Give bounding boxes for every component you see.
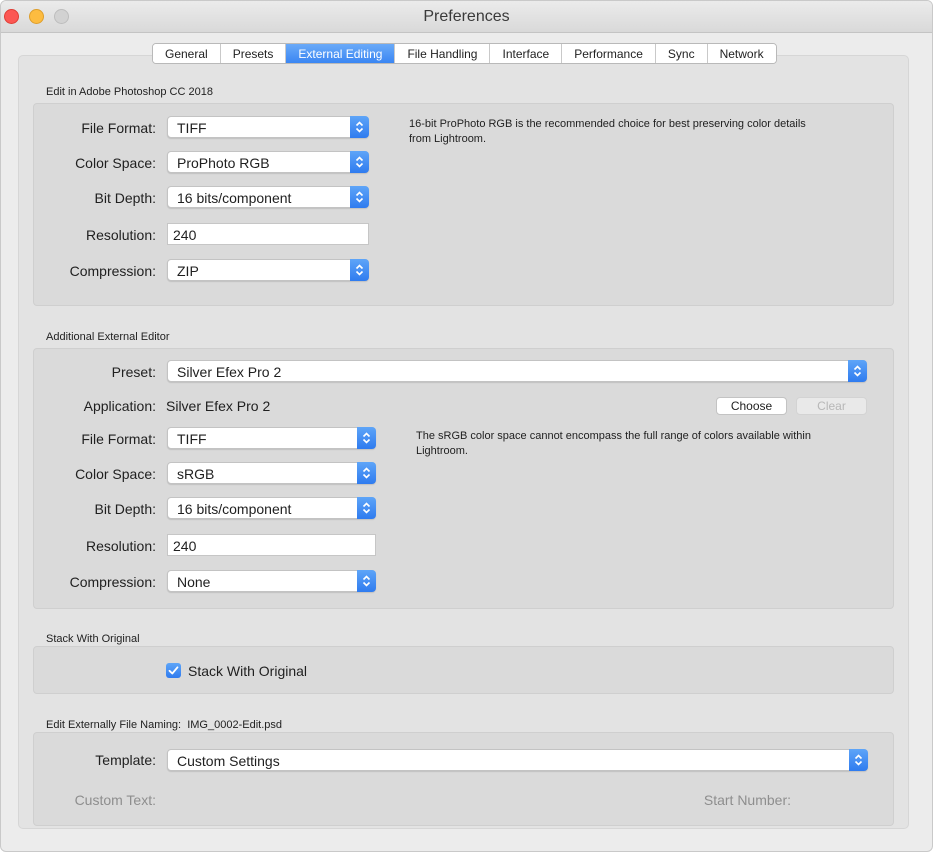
ext-preset-popup[interactable]: Silver Efex Pro 2 [167,360,867,382]
stack-panel [33,646,894,694]
ext-color-space-value: sRGB [177,466,215,482]
chevron-updown-icon [357,462,376,484]
ext-color-space-label: Color Space: [75,466,156,482]
tab-interface[interactable]: Interface [490,44,563,63]
chevron-updown-icon [357,570,376,592]
ps-file-format-value: TIFF [177,120,207,136]
ext-bit-depth-label: Bit Depth: [94,501,156,517]
ps-compression-value: ZIP [177,263,199,279]
preferences-window: Preferences General Presets External Edi… [0,0,933,852]
chevron-updown-icon [357,497,376,519]
template-label: Template: [95,752,156,768]
naming-panel [33,732,894,826]
ext-hint-text: The sRGB color space cannot encompass th… [416,430,811,457]
ext-application-label: Application: [83,398,156,414]
ext-file-format-value: TIFF [177,431,207,447]
ps-bit-depth-value: 16 bits/component [177,190,292,206]
ps-resolution-value: 240 [173,227,197,243]
start-number-label: Start Number: [703,792,791,808]
choose-button[interactable]: Choose [716,397,787,415]
stack-checkbox[interactable] [166,663,181,678]
ps-color-space-label: Color Space: [75,155,156,171]
ps-resolution-input[interactable]: 240 [167,223,369,245]
chevron-updown-icon [357,427,376,449]
photoshop-section-title: Edit in Adobe Photoshop CC 2018 [46,86,213,98]
ext-file-format-label: File Format: [81,431,156,447]
ps-resolution-label: Resolution: [85,227,156,243]
custom-text-label: Custom Text: [74,792,156,808]
ps-file-format-label: File Format: [81,120,156,136]
external-section-title: Additional External Editor [46,331,170,343]
ext-bit-depth-popup[interactable]: 16 bits/component [167,497,376,519]
tab-performance[interactable]: Performance [562,44,656,63]
ext-file-format-popup[interactable]: TIFF [167,427,376,449]
ps-file-format-popup[interactable]: TIFF [167,116,369,138]
ps-bit-depth-label: Bit Depth: [94,190,156,206]
title-bar: Preferences [1,1,932,33]
ext-application-value: Silver Efex Pro 2 [166,398,271,414]
tab-bar: General Presets External Editing File Ha… [152,43,777,64]
tab-external-editing[interactable]: External Editing [286,44,396,63]
ext-compression-label: Compression: [69,574,156,590]
chevron-updown-icon [848,360,867,382]
ps-hint-text: 16-bit ProPhoto RGB is the recommended c… [409,118,806,145]
clear-button[interactable]: Clear [796,397,867,415]
ext-color-space-popup[interactable]: sRGB [167,462,376,484]
chevron-updown-icon [849,749,868,771]
chevron-updown-icon [350,116,369,138]
external-panel [33,348,894,609]
tab-general[interactable]: General [153,44,221,63]
window-title: Preferences [423,8,510,25]
ps-compression-label: Compression: [69,263,156,279]
tab-network[interactable]: Network [707,44,776,63]
ext-resolution-label: Resolution: [85,538,156,554]
ext-compression-value: None [177,574,211,590]
ps-compression-popup[interactable]: ZIP [167,259,369,281]
tab-presets[interactable]: Presets [220,44,287,63]
chevron-updown-icon [350,186,369,208]
ext-bit-depth-value: 16 bits/component [177,501,292,517]
ext-preset-value: Silver Efex Pro 2 [177,364,282,380]
stack-checkbox-label[interactable]: Stack With Original [188,663,307,679]
ext-resolution-value: 240 [173,538,197,554]
checkmark-icon [168,666,179,675]
ps-bit-depth-popup[interactable]: 16 bits/component [167,186,369,208]
naming-section-title: Edit Externally File Naming: IMG_0002-Ed… [46,719,282,731]
template-value: Custom Settings [177,753,280,769]
tab-file-handling[interactable]: File Handling [395,44,491,63]
ext-preset-label: Preset: [111,364,156,380]
tab-sync[interactable]: Sync [655,44,708,63]
stack-section-title: Stack With Original [46,633,140,645]
ext-resolution-input[interactable]: 240 [167,534,376,556]
chevron-updown-icon [350,259,369,281]
chevron-updown-icon [350,151,369,173]
template-popup[interactable]: Custom Settings [167,749,868,771]
ps-color-space-popup[interactable]: ProPhoto RGB [167,151,369,173]
ps-color-space-value: ProPhoto RGB [177,155,270,171]
ext-compression-popup[interactable]: None [167,570,376,592]
